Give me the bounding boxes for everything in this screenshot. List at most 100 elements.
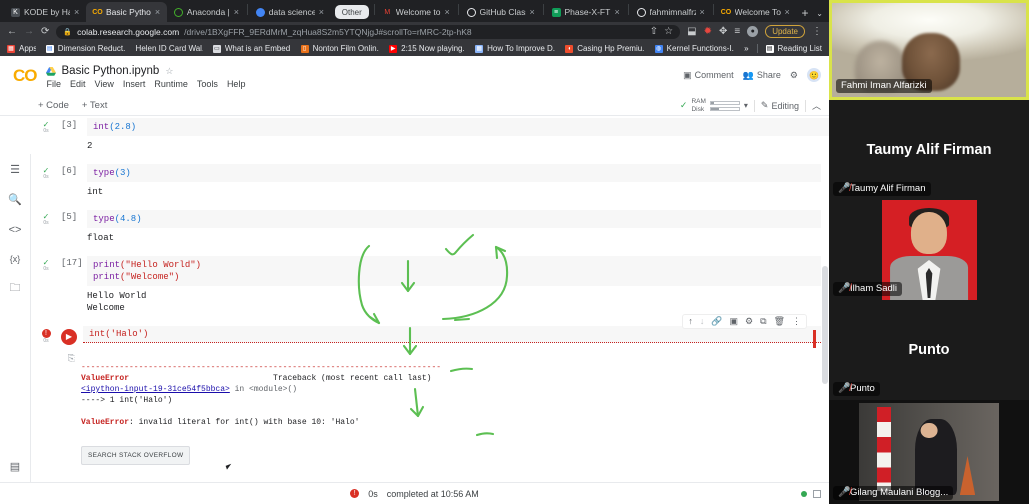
close-icon[interactable]: × (530, 7, 537, 17)
close-icon[interactable]: × (74, 7, 81, 17)
run-cell-icon[interactable]: ▶ (61, 329, 77, 345)
tab-group-chip[interactable]: Other (334, 5, 369, 19)
chevron-up-icon[interactable]: ︿ (812, 99, 821, 112)
update-button[interactable]: Update (765, 25, 805, 38)
close-icon[interactable]: × (700, 7, 707, 17)
puzzle-icon[interactable]: ✥ (719, 26, 727, 37)
variables-icon[interactable]: {x} (7, 255, 23, 264)
participant-tile-1[interactable]: Taumy Alif Firman 🎤̸ Taumy Alif Firman (829, 100, 1029, 200)
notebook-cell[interactable]: ✓ 0s [5] type(4.8) (31, 208, 829, 230)
menu-edit[interactable]: Edit (70, 79, 86, 89)
close-icon[interactable]: × (319, 7, 326, 17)
error-cell-row[interactable]: ! 0s ▶ int('Halo') (31, 326, 829, 347)
close-icon[interactable]: × (785, 7, 792, 17)
close-icon[interactable]: × (445, 7, 452, 17)
notebook-cell-error[interactable]: ↑ ↓ 🔗 ▣ ⚙ ⧉ 🗑 ⋮ ! 0s ▶ int('Halo') ⎘ ---… (31, 314, 829, 482)
participant-tile-4[interactable]: 🎤̸ Gilang Maulani Blogg... (829, 400, 1029, 504)
reading-list-button[interactable]: ▤ Reading List (765, 44, 822, 53)
search-stack-overflow-button[interactable]: SEARCH STACK OVERFLOW (81, 446, 191, 465)
code-snippets-icon[interactable]: <> (7, 225, 23, 236)
notebook-scrollbar[interactable] (821, 154, 829, 482)
bookmark-apps[interactable]: ▦ Apps (7, 44, 36, 53)
runtime-resources[interactable]: ✓ RAM Disk ▾ (680, 98, 748, 114)
participant-tile-2[interactable]: 🎤̸ Ilham Sadli (829, 200, 1029, 300)
notebook-cell-print[interactable]: ✓ 0s [17] print("Hello World") print("Wel… (31, 254, 829, 288)
browser-tab-3[interactable]: data science × (249, 2, 331, 22)
caret-down-icon[interactable]: ▾ (744, 101, 748, 110)
share-icon[interactable]: ⇧ (650, 26, 658, 37)
notebook-cell[interactable]: ✓ 0s [3] int(2.8) (31, 116, 829, 138)
adblock-icon[interactable]: ✹ (704, 26, 712, 37)
move-cell-up-icon[interactable]: ↑ (688, 317, 693, 326)
menu-file[interactable]: File (47, 79, 62, 89)
browser-tab-4[interactable]: M Welcome to × (376, 2, 457, 22)
move-cell-down-icon[interactable]: ↓ (700, 317, 705, 326)
cell-code[interactable]: type(3) (87, 164, 829, 182)
add-comment-icon[interactable]: ▣ (730, 317, 739, 326)
menu-insert[interactable]: Insert (123, 79, 146, 89)
add-code-cell-button[interactable]: + Code (38, 100, 69, 111)
gear-icon[interactable]: ⚙ (790, 70, 798, 81)
browser-tab-2[interactable]: Anaconda | × (167, 2, 246, 22)
address-bar[interactable]: 🔒 colab.research.google.com/drive/1BXgFF… (56, 24, 681, 39)
colab-logo[interactable]: CO (13, 66, 37, 86)
browser-tab-7[interactable]: fahmimnalfrz × (630, 2, 712, 22)
copy-output-icon[interactable]: ⎘ (68, 353, 75, 364)
files-folder-icon[interactable]: 🗀 (7, 283, 23, 294)
menu-tools[interactable]: Tools (197, 79, 218, 89)
comment-button[interactable]: ▣ Comment (683, 70, 734, 81)
copy-cell-icon[interactable]: ⧉ (760, 317, 766, 326)
bookmark-item[interactable]: ▶ 2:15 Now playing... (389, 44, 465, 53)
browser-tab-0[interactable]: K KODE by Ha × (4, 2, 86, 22)
chevron-down-icon[interactable]: ⌄ (816, 9, 823, 18)
notebook-cell[interactable]: ✓ 0s [6] type(3) (31, 162, 829, 184)
cell-settings-icon[interactable]: ⚙ (745, 317, 753, 326)
table-of-contents-icon[interactable]: ☰ (7, 165, 23, 176)
cell-code[interactable]: print("Hello World") print("Welcome") (87, 256, 829, 286)
new-tab-button[interactable]: + (802, 7, 809, 19)
kebab-menu-icon[interactable]: ⋮ (812, 26, 822, 37)
star-icon[interactable]: ☆ (664, 26, 673, 37)
back-icon[interactable]: ← (7, 26, 17, 37)
bookmark-item[interactable]: ◍ Kernel Functions-I... (654, 44, 734, 53)
menu-runtime[interactable]: Runtime (154, 79, 188, 89)
star-outline-icon[interactable]: ☆ (165, 66, 173, 77)
profile-avatar-icon[interactable]: ● (747, 26, 759, 37)
notebook-scroll-area[interactable]: ✓ 0s [3] int(2.8) 2 ✓ 0s [6] type(3) int… (0, 116, 829, 482)
bookmark-item[interactable]: ▤ Dimension Reduct... (45, 44, 126, 53)
traceback-frame-link[interactable]: <ipython-input-19-31ce54f5bbca> (81, 385, 230, 394)
cell-code[interactable]: int(2.8) (87, 118, 829, 136)
participant-tile-3[interactable]: Punto 🎤̸ Punto (829, 300, 1029, 400)
menu-view[interactable]: View (95, 79, 114, 89)
bookmark-item[interactable]: ▯ Nonton Film Onlin... (300, 44, 379, 53)
terminal-icon[interactable]: ▤ (7, 462, 23, 473)
notebook-title[interactable]: Basic Python.ipynb (62, 65, 160, 77)
share-button[interactable]: 👥 Share (743, 70, 781, 81)
bookmark-item[interactable]: ▭ What is an Embed.. (212, 44, 291, 53)
account-avatar[interactable]: 🙂 (807, 68, 821, 82)
bookmarks-overflow-button[interactable]: » (744, 44, 748, 53)
browser-tab-5[interactable]: GitHub Class × (460, 2, 542, 22)
more-cell-actions-icon[interactable]: ⋮ (792, 317, 801, 326)
cell-code[interactable]: type(4.8) (87, 210, 829, 228)
reload-icon[interactable]: ⟳ (41, 26, 49, 37)
close-icon[interactable]: × (234, 7, 241, 17)
add-text-cell-button[interactable]: + Text (82, 100, 107, 111)
run-cell-button[interactable]: ▶ (61, 326, 83, 345)
participant-tile-0[interactable]: Fahmi Iman Alfarizki (829, 0, 1029, 100)
forward-icon[interactable]: → (24, 26, 34, 37)
reading-list-icon[interactable]: ≡ (734, 26, 740, 37)
browser-tab-6[interactable]: ≡ Phase-X-FTI × (545, 2, 627, 22)
bookmark-item[interactable]: ◖ Casing Hp Premiu... (565, 44, 645, 53)
editing-mode-button[interactable]: ✎ Editing (761, 100, 799, 111)
close-icon[interactable]: × (155, 7, 162, 17)
delete-cell-icon[interactable]: 🗑 (774, 317, 785, 326)
search-icon[interactable]: 🔍 (7, 195, 23, 206)
menu-help[interactable]: Help (227, 79, 246, 89)
bookmark-item[interactable]: Helen ID Card Wal.. (136, 44, 203, 53)
terminal-icon[interactable] (813, 489, 821, 498)
bookmark-item[interactable]: ▦ How To Improve D... (475, 44, 555, 53)
close-icon[interactable]: × (615, 7, 622, 17)
cell-actions-toolbar[interactable]: ↑ ↓ 🔗 ▣ ⚙ ⧉ 🗑 ⋮ (682, 314, 807, 329)
browser-tab-1[interactable]: CO Basic Pytho × (86, 2, 167, 22)
